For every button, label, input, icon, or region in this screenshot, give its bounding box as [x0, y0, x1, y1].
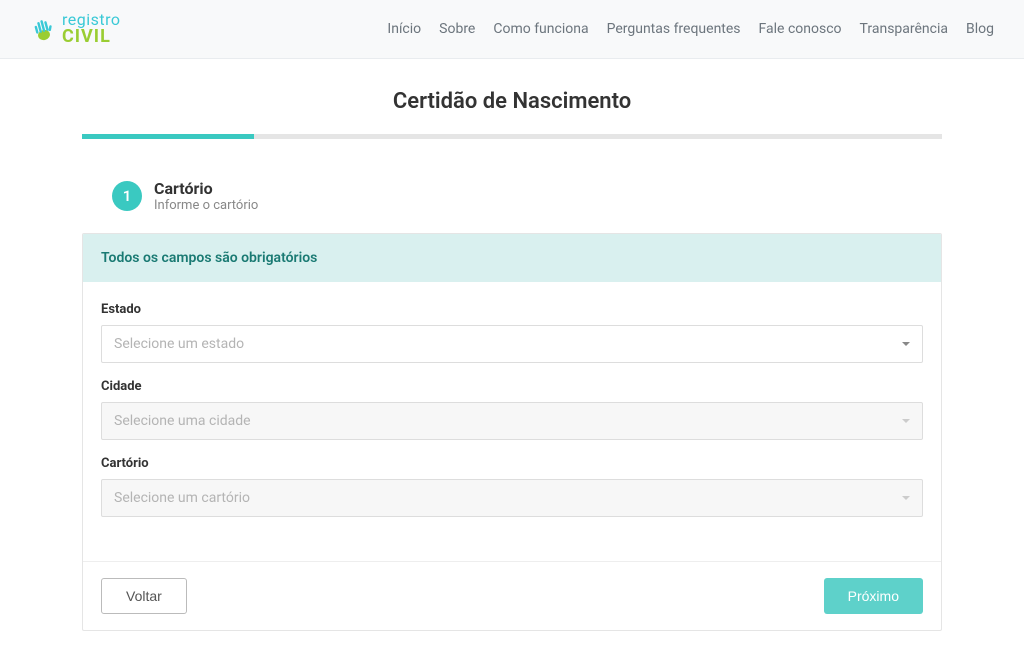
step-number-badge: 1	[112, 181, 142, 211]
step-subtitle: Informe o cartório	[154, 198, 258, 213]
cartorio-select: Selecione um cartório	[101, 479, 923, 517]
step-info: Cartório Informe o cartório	[154, 179, 258, 213]
main-container: Certidão de Nascimento 1 Cartório Inform…	[62, 59, 962, 661]
progress-fill	[82, 134, 254, 139]
chevron-down-icon	[902, 419, 910, 423]
estado-label: Estado	[101, 302, 923, 317]
back-button[interactable]: Voltar	[101, 578, 187, 614]
page-title: Certidão de Nascimento	[82, 89, 942, 114]
field-group-cartorio: Cartório Selecione um cartório	[101, 456, 923, 517]
step-header: 1 Cartório Informe o cartório	[82, 179, 942, 213]
hand-icon	[30, 15, 58, 43]
cidade-placeholder: Selecione uma cidade	[114, 413, 251, 429]
estado-select[interactable]: Selecione um estado	[101, 325, 923, 363]
nav-blog[interactable]: Blog	[966, 21, 994, 37]
chevron-down-icon	[902, 496, 910, 500]
form-panel: Todos os campos são obrigatórios Estado …	[82, 233, 942, 631]
nav-sobre[interactable]: Sobre	[439, 21, 475, 37]
nav-fale-conosco[interactable]: Fale conosco	[759, 21, 842, 37]
nav-perguntas-frequentes[interactable]: Perguntas frequentes	[607, 21, 741, 37]
required-notice: Todos os campos são obrigatórios	[83, 234, 941, 282]
chevron-down-icon	[902, 342, 910, 346]
progress-bar	[82, 134, 942, 139]
nav-inicio[interactable]: Início	[387, 21, 421, 37]
panel-footer: Voltar Próximo	[83, 561, 941, 630]
cartorio-label: Cartório	[101, 456, 923, 471]
estado-placeholder: Selecione um estado	[114, 336, 244, 352]
panel-body: Estado Selecione um estado Cidade Seleci…	[83, 282, 941, 561]
nav-transparencia[interactable]: Transparência	[860, 21, 948, 37]
cidade-label: Cidade	[101, 379, 923, 394]
nav-como-funciona[interactable]: Como funciona	[493, 21, 588, 37]
logo[interactable]: registro CIVIL	[30, 12, 121, 46]
logo-text: registro CIVIL	[62, 12, 121, 46]
site-header: registro CIVIL Início Sobre Como funcion…	[0, 0, 1024, 59]
logo-text-bottom: CIVIL	[62, 28, 121, 46]
field-group-estado: Estado Selecione um estado	[101, 302, 923, 363]
step-title: Cartório	[154, 179, 258, 198]
cartorio-placeholder: Selecione um cartório	[114, 490, 250, 506]
main-nav: Início Sobre Como funciona Perguntas fre…	[387, 21, 994, 37]
next-button[interactable]: Próximo	[824, 578, 923, 614]
field-group-cidade: Cidade Selecione uma cidade	[101, 379, 923, 440]
cidade-select: Selecione uma cidade	[101, 402, 923, 440]
